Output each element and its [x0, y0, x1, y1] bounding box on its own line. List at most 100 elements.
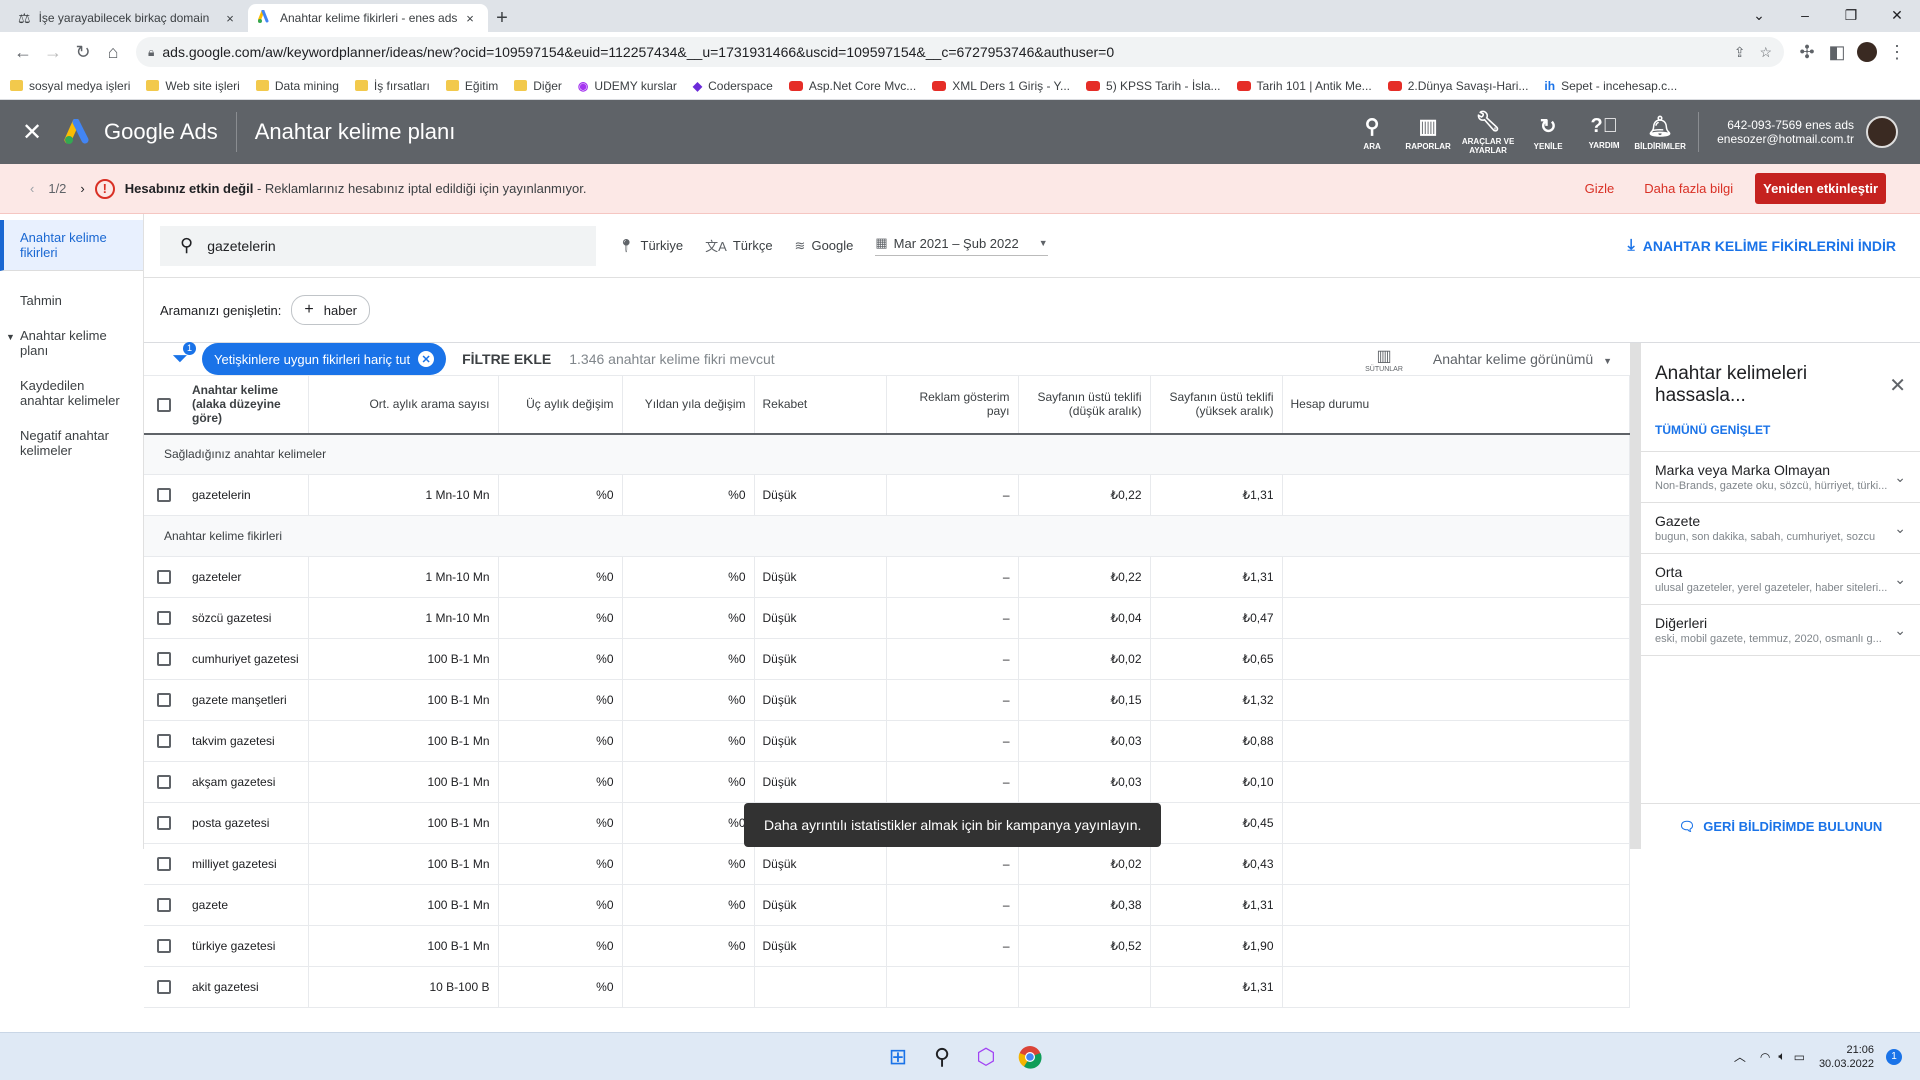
column-header[interactable]: Anahtar kelime (alaka düzeyine göre)	[184, 375, 309, 435]
language-selector[interactable]: 文A Türkçe	[705, 236, 772, 255]
wifi-icon[interactable]: ◠	[1760, 1050, 1770, 1064]
volume-icon[interactable]: 🔈︎	[1778, 1049, 1785, 1064]
filter-icon[interactable]: ⏷ 1	[172, 341, 196, 371]
table-row[interactable]: türkiye gazetesi 100 B-1 Mn %0 %0 Düşük – ₺0,5…	[144, 925, 1630, 967]
nav-saved-keywords[interactable]: Kaydedilen anahtar kelimeler	[0, 368, 143, 418]
chevron-up-icon[interactable]: ︿	[1734, 1048, 1746, 1065]
refresh-tool-button[interactable]: ↻ YENİLE	[1520, 114, 1576, 151]
row-checkbox[interactable]	[157, 570, 171, 585]
feedback-button[interactable]: 🗨︎ GERİ BİLDİRİMDE BULUNUN	[1641, 803, 1920, 849]
row-checkbox[interactable]	[157, 611, 171, 626]
close-icon[interactable]: ✕	[0, 118, 64, 147]
nav-keyword-plan[interactable]: ▼ Anahtar kelime planı	[0, 318, 143, 368]
tools-settings-button[interactable]: 🔧︎ ARAÇLAR VE AYARLAR	[1456, 109, 1520, 155]
date-range-selector[interactable]: ▦ Mar 2021 – Şub 2022 ▼	[875, 235, 1048, 256]
url-field[interactable]: 🔒︎ ads.google.com/aw/keywordplanner/idea…	[136, 37, 1784, 67]
clock[interactable]: 21:06 30.03.2022	[1819, 1043, 1874, 1071]
tab-close-icon[interactable]: ×	[222, 11, 238, 26]
broaden-chip[interactable]: + haber	[291, 295, 370, 325]
table-row[interactable]: gazetelerin 1 Mn-10 Mn %0 %0 Düşük – ₺0,22 ₺1,3…	[144, 474, 1630, 516]
bookmark-item[interactable]: 5) KPSS Tarih - İsla...	[1086, 79, 1221, 93]
bookmark-item[interactable]: Eğitim	[445, 79, 498, 93]
table-row[interactable]: sözcü gazetesi 1 Mn-10 Mn %0 %0 Düşük – ₺0,04 ₺…	[144, 597, 1630, 639]
row-checkbox[interactable]	[157, 980, 171, 995]
nav-keyword-ideas[interactable]: Anahtar kelime fikirleri	[0, 220, 143, 271]
row-checkbox[interactable]	[157, 816, 171, 831]
tab-search-icon[interactable]: ⌄	[1736, 0, 1782, 30]
chevron-down-icon[interactable]: ⌄	[1894, 469, 1906, 486]
bookmark-item[interactable]: Tarih 101 | Antik Me...	[1236, 79, 1372, 93]
profile-avatar[interactable]	[1852, 37, 1882, 67]
remove-filter-icon[interactable]: ✕	[418, 351, 435, 367]
column-header[interactable]: Hesap durumu	[1282, 375, 1630, 435]
column-header[interactable]: Üç aylık değişim	[498, 375, 623, 435]
table-row[interactable]: gazete 100 B-1 Mn %0 %0 Düşük – ₺0,38 ₺1,31	[144, 884, 1630, 926]
bookmark-item[interactable]: sosyal medya işleri	[10, 79, 130, 93]
help-tool-button[interactable]: ?⃝ YARDIM	[1576, 115, 1632, 150]
refine-group[interactable]: Orta ulusal gazeteler, yerel gazeteler, h…	[1641, 554, 1920, 605]
browser-tab-active[interactable]: Anahtar kelime fikirleri - enes ads ×	[248, 4, 488, 32]
reactivate-button[interactable]: Yeniden etkinleştir	[1755, 173, 1886, 204]
extensions-icon[interactable]: ✣	[1792, 37, 1822, 67]
search-icon[interactable]: ⚲	[920, 1037, 964, 1077]
row-checkbox[interactable]	[157, 488, 171, 503]
table-row[interactable]: akit gazetesi 10 B-100 B %0 ₺1,31	[144, 966, 1630, 1008]
column-header[interactable]: Rekabet	[754, 375, 887, 435]
column-header[interactable]: Sayfanın üstü teklifi (yüksek aralık)	[1150, 375, 1283, 435]
browser-menu-icon[interactable]: ⋮	[1882, 37, 1912, 67]
chevron-left-icon[interactable]: ‹	[30, 181, 34, 196]
nav-forecast[interactable]: Tahmin	[0, 283, 143, 318]
bookmark-item[interactable]: 2.Dünya Savaşı-Hari...	[1387, 79, 1528, 93]
table-row[interactable]: cumhuriyet gazetesi 100 B-1 Mn %0 %0 Düşük – ₺…	[144, 638, 1630, 680]
bookmark-item[interactable]: Diğer	[514, 79, 562, 93]
download-keyword-ideas-button[interactable]: ⤓ ANAHTAR KELİME FİKİRLERİNİ İNDİR	[1628, 237, 1896, 255]
learn-more-link[interactable]: Daha fazla bilgi	[1644, 181, 1733, 196]
keyword-view-dropdown[interactable]: Anahtar kelime görünümü ▼	[1433, 351, 1612, 367]
forward-icon[interactable]: →	[38, 37, 68, 67]
bookmark-item[interactable]: ◉ UDEMY kurslar	[578, 79, 677, 93]
row-checkbox[interactable]	[157, 898, 171, 913]
search-tool-button[interactable]: ⚲ ARA	[1344, 114, 1400, 151]
side-panel-icon[interactable]: ◧	[1822, 37, 1852, 67]
row-checkbox[interactable]	[157, 734, 171, 749]
notification-badge[interactable]: 1	[1886, 1048, 1902, 1065]
minimize-icon[interactable]: –	[1782, 0, 1828, 30]
maximize-icon[interactable]: ❐	[1828, 0, 1874, 30]
table-row[interactable]: gazete manşetleri 100 B-1 Mn %0 %0 Düşük – ₺0,…	[144, 679, 1630, 721]
browser-tab[interactable]: ⚖ İşe yarayabilecek birkaç domain ×	[8, 4, 248, 32]
row-checkbox[interactable]	[157, 775, 171, 790]
bookmark-item[interactable]: Web site işleri	[146, 79, 240, 93]
table-row[interactable]: takvim gazetesi 100 B-1 Mn %0 %0 Düşük – ₺0,03…	[144, 720, 1630, 762]
refine-group[interactable]: Marka veya Marka Olmayan Non-Brands, gaze…	[1641, 452, 1920, 503]
app-icon[interactable]: ⬡	[964, 1037, 1008, 1077]
chevron-down-icon[interactable]: ⌄	[1894, 520, 1906, 537]
row-checkbox[interactable]	[157, 693, 171, 708]
reports-tool-button[interactable]: ▥ RAPORLAR	[1400, 114, 1456, 151]
refine-group[interactable]: Diğerleri eski, mobil gazete, temmuz, 202…	[1641, 605, 1920, 656]
location-selector[interactable]: 📍︎ Türkiye	[618, 238, 683, 254]
share-icon[interactable]: ⇪	[1734, 44, 1746, 61]
battery-icon[interactable]: ▭	[1794, 1050, 1805, 1064]
adult-filter-chip[interactable]: Yetişkinlere uygun fikirleri hariç tut ✕	[202, 343, 447, 375]
bookmark-item[interactable]: İş fırsatları	[354, 79, 430, 93]
row-checkbox[interactable]	[157, 652, 171, 667]
new-tab-button[interactable]: +	[488, 4, 516, 32]
column-header[interactable]: Ort. aylık arama sayısı	[308, 375, 499, 435]
expand-all-button[interactable]: TÜMÜNÜ GENİŞLET	[1641, 407, 1920, 452]
chevron-down-icon[interactable]: ⌄	[1894, 622, 1906, 639]
bookmark-star-icon[interactable]: ☆	[1759, 44, 1772, 61]
hide-button[interactable]: Gizle	[1585, 181, 1615, 196]
table-row[interactable]: akşam gazetesi 100 B-1 Mn %0 %0 Düşük – ₺0,03 ₺…	[144, 761, 1630, 803]
account-info[interactable]: 642-093-7569 enes ads enesozer@hotmail.c…	[1698, 112, 1866, 152]
avatar[interactable]	[1866, 116, 1898, 148]
close-icon[interactable]: ✕	[1889, 373, 1906, 398]
row-checkbox[interactable]	[157, 939, 171, 954]
tab-close-icon[interactable]: ×	[462, 11, 478, 26]
row-checkbox[interactable]	[157, 857, 171, 872]
columns-button[interactable]: ▥ SÜTUNLAR	[1365, 346, 1403, 373]
bookmark-item[interactable]: ◆ Coderspace	[693, 79, 773, 93]
close-window-icon[interactable]: ✕	[1874, 0, 1920, 30]
table-row[interactable]: milliyet gazetesi 100 B-1 Mn %0 %0 Düşük – ₺0,…	[144, 843, 1630, 885]
chrome-icon[interactable]	[1008, 1037, 1052, 1077]
bookmark-item[interactable]: Asp.Net Core Mvc...	[788, 79, 916, 93]
